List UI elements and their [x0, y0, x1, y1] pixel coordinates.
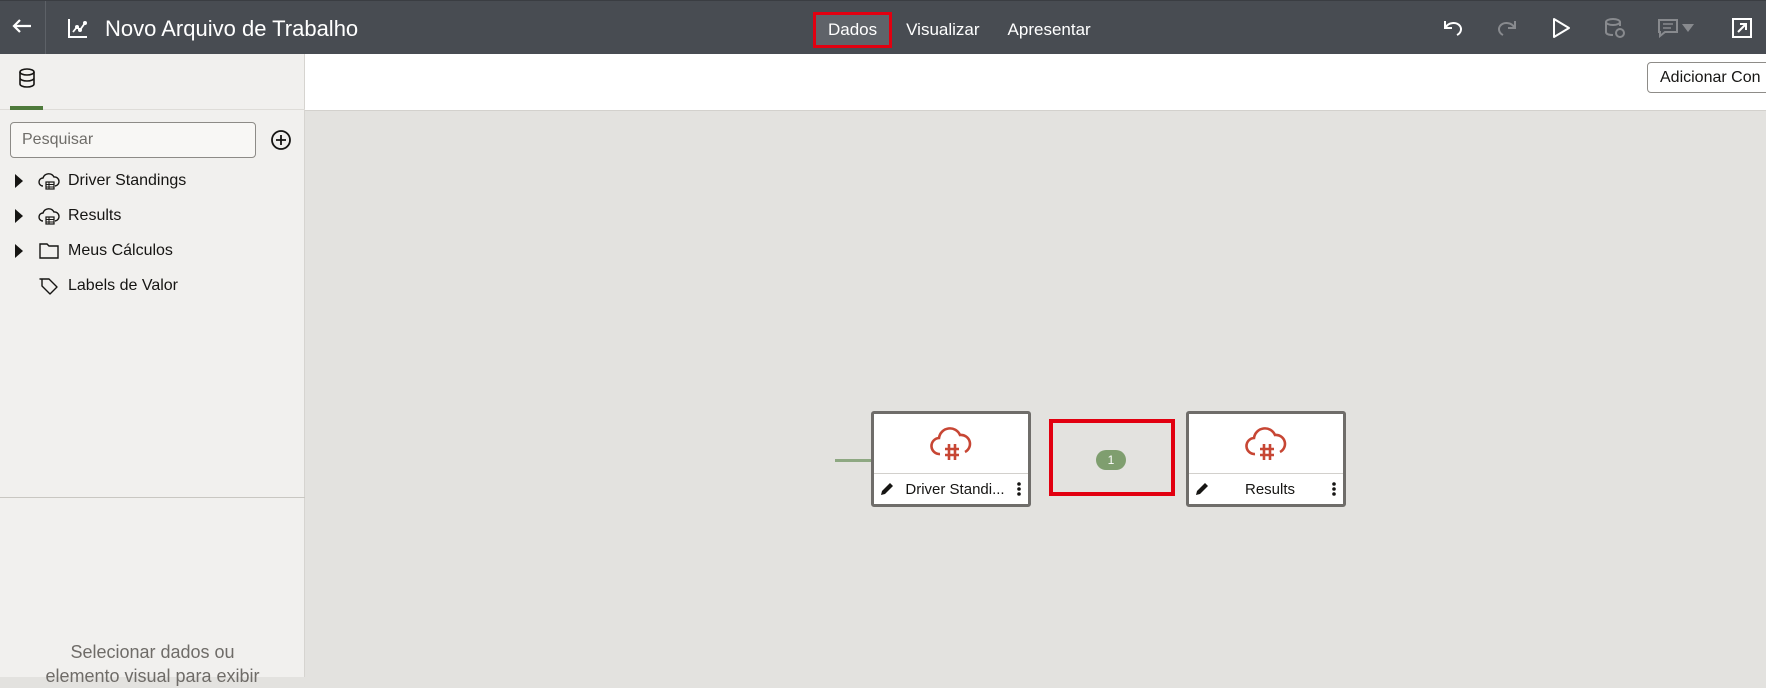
tree-item-my-calculations[interactable]: Meus Cálculos — [0, 234, 305, 269]
tab-data-elements[interactable] — [10, 54, 43, 110]
node-footer: Driver Standi... — [874, 473, 1028, 505]
properties-empty-message: Selecionar dados ou elemento visual para… — [0, 640, 305, 688]
diagram-toolbar: Adicionar Con — [305, 54, 1766, 111]
topbar-divider — [45, 1, 46, 55]
search-input[interactable] — [10, 122, 256, 158]
redo-icon[interactable] — [1495, 16, 1519, 40]
tag-icon — [38, 276, 60, 296]
main-tabs: Dados Visualizar Apresentar — [813, 11, 1105, 49]
data-diagram-canvas[interactable]: 1 Driver Standi... Results — [305, 111, 1766, 677]
dataset-node-driver-standings[interactable]: Driver Standi... — [871, 411, 1031, 507]
node-footer: Results — [1189, 473, 1343, 505]
add-condition-button[interactable]: Adicionar Con — [1647, 62, 1766, 93]
tree-item-label: Driver Standings — [68, 172, 187, 189]
data-tree: Driver Standings Results Meus Cálculos L… — [0, 164, 305, 304]
top-bar: Novo Arquivo de Trabalho Dados Visualiza… — [0, 0, 1766, 55]
refresh-data-icon[interactable] — [1603, 16, 1627, 40]
workbook-chart-icon — [67, 17, 89, 39]
workbook-title[interactable]: Novo Arquivo de Trabalho — [105, 16, 358, 42]
data-panel-tab-row — [0, 54, 305, 110]
tree-item-value-labels[interactable]: Labels de Valor — [0, 269, 305, 304]
expand-caret-icon[interactable] — [15, 209, 23, 223]
cloud-table-icon — [930, 424, 974, 464]
node-label: Driver Standi... — [905, 481, 1005, 498]
comment-icon[interactable] — [1656, 16, 1680, 40]
panel-divider — [0, 497, 305, 498]
empty-message-line: elemento visual para exibir — [45, 666, 260, 686]
add-data-icon[interactable] — [270, 129, 292, 151]
data-panel: Driver Standings Results Meus Cálculos L… — [0, 54, 305, 686]
tab-visualizar[interactable]: Visualizar — [892, 12, 993, 48]
dataset-node-results[interactable]: Results — [1186, 411, 1346, 507]
expand-caret-icon[interactable] — [15, 244, 23, 258]
back-arrow-icon — [12, 18, 32, 39]
folder-icon — [38, 241, 60, 261]
tree-item-label: Results — [68, 207, 122, 224]
pencil-icon[interactable] — [1194, 481, 1210, 497]
expand-caret-icon[interactable] — [15, 174, 23, 188]
join-count-badge[interactable]: 1 — [1096, 450, 1126, 470]
tree-item-label: Meus Cálculos — [68, 242, 173, 259]
expand-icon[interactable] — [1730, 16, 1754, 40]
more-options-icon[interactable] — [1329, 480, 1339, 498]
tab-dados[interactable]: Dados — [813, 12, 893, 48]
pencil-icon[interactable] — [879, 481, 895, 497]
undo-icon[interactable] — [1441, 16, 1465, 40]
cloud-dataset-icon — [38, 206, 60, 226]
node-label: Results — [1244, 481, 1296, 498]
cloud-table-icon — [1245, 424, 1289, 464]
play-icon[interactable] — [1549, 16, 1573, 40]
tree-item-driver-standings[interactable]: Driver Standings — [0, 164, 305, 199]
empty-message-line: Selecionar dados ou — [70, 642, 235, 662]
tab-apresentar[interactable]: Apresentar — [994, 12, 1105, 48]
more-options-icon[interactable] — [1014, 480, 1024, 498]
back-button[interactable] — [0, 1, 44, 55]
database-icon — [18, 67, 36, 93]
tree-item-label: Labels de Valor — [68, 277, 178, 294]
cloud-dataset-icon — [38, 171, 60, 191]
tree-item-results[interactable]: Results — [0, 199, 305, 234]
chevron-down-icon[interactable] — [1680, 16, 1696, 40]
